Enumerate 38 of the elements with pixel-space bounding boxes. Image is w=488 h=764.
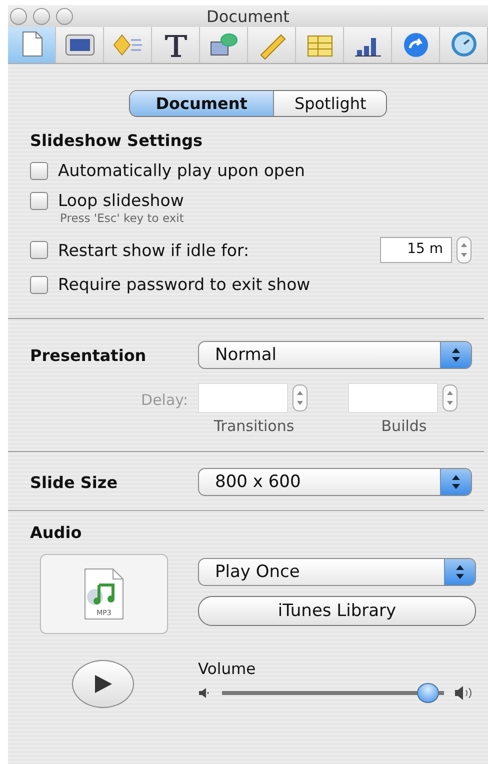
- stepper[interactable]: [456, 236, 472, 264]
- window-title: Document: [206, 6, 290, 26]
- checkbox-label: Loop slideshow: [58, 191, 184, 210]
- checkbox[interactable]: [30, 192, 48, 210]
- tab[interactable]: Spotlight: [273, 91, 386, 116]
- field-label: Slide Size: [30, 472, 119, 492]
- delay-label: Delay:: [140, 390, 189, 409]
- checkbox[interactable]: [30, 241, 48, 259]
- dropdown[interactable]: Play Once: [198, 558, 476, 586]
- checkbox-label: Require password to exit show: [58, 275, 310, 294]
- updown-arrows-icon: [451, 474, 461, 490]
- input-field[interactable]: [198, 383, 288, 413]
- tab[interactable]: Document: [130, 91, 274, 116]
- section-heading: Audio: [30, 523, 83, 542]
- input-field[interactable]: [348, 383, 438, 413]
- dropdown[interactable]: Normal: [198, 341, 472, 369]
- checkbox-label: Restart show if idle for:: [58, 240, 250, 260]
- stepper[interactable]: [292, 384, 308, 412]
- section-heading: Slideshow Settings: [30, 131, 204, 150]
- hint-text: Press 'Esc' key to exit: [60, 211, 185, 225]
- play-icon: [92, 673, 114, 695]
- itunes-library-button[interactable]: iTunes Library: [198, 596, 476, 626]
- slider-thumb[interactable]: [417, 683, 440, 703]
- field-label: Presentation: [30, 346, 148, 364]
- minimize-window-button[interactable]: [33, 8, 50, 24]
- stepper[interactable]: [442, 384, 458, 412]
- idle-time-field[interactable]: 15 m: [380, 237, 452, 263]
- field-caption: Transitions: [212, 417, 296, 435]
- dropdown[interactable]: 800 x 600: [198, 468, 472, 496]
- volume-label: Volume: [198, 660, 257, 678]
- close-window-button[interactable]: [10, 8, 27, 24]
- zoom-window-button[interactable]: [56, 8, 73, 24]
- checkbox[interactable]: [30, 162, 48, 180]
- updown-arrows-icon: [451, 347, 461, 363]
- field-caption: Builds: [380, 417, 428, 435]
- checkbox-label: Automatically play upon open: [58, 161, 305, 180]
- checkbox[interactable]: [30, 276, 48, 294]
- updown-arrows-icon: [455, 564, 465, 580]
